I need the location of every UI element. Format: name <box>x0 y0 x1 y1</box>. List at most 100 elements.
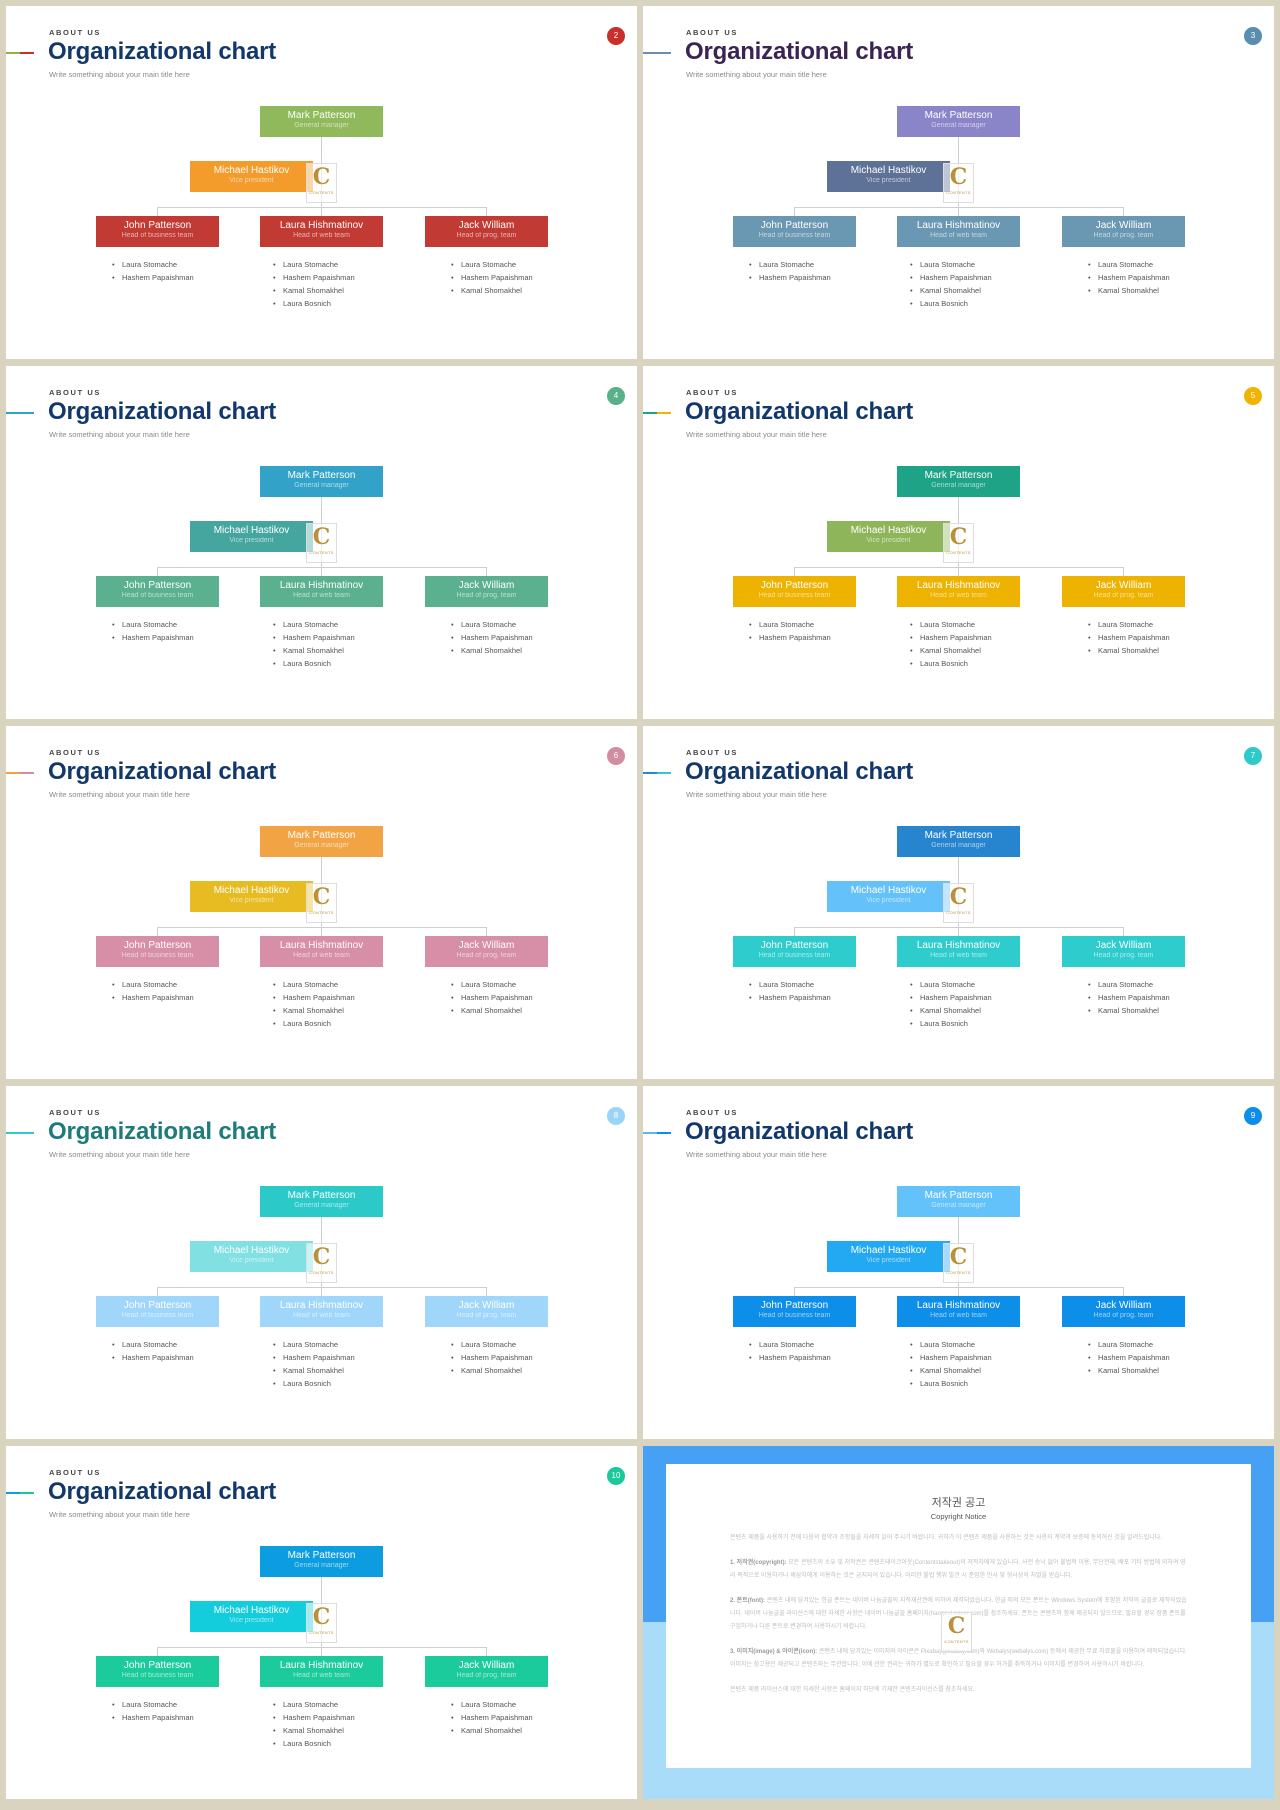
page-number-badge: 2 <box>607 27 625 45</box>
connector-line <box>1123 207 1124 216</box>
org-box-head: Laura Hishmatinov Head of web team <box>897 576 1020 607</box>
team-member-list: Laura StomacheHashem PapaishmanKamal Sho… <box>451 1338 533 1377</box>
team-member: Hashem Papaishman <box>273 631 355 644</box>
org-chart-slide[interactable]: ABOUT US Organizational chart Write some… <box>643 366 1274 719</box>
team-member-list: Laura StomacheHashem Papaishman <box>112 1338 194 1364</box>
person-name: John Patterson <box>760 940 829 951</box>
org-box-general-manager: Mark Patterson General manager <box>260 826 383 857</box>
team-member: Hashem Papaishman <box>1088 991 1170 1004</box>
org-chart-slide[interactable]: ABOUT US Organizational chart Write some… <box>6 726 637 1079</box>
person-name: John Patterson <box>760 580 829 591</box>
page-number-badge: 9 <box>1244 1107 1262 1125</box>
team-member: Kamal Shomakhel <box>910 284 992 297</box>
team-member: Hashem Papaishman <box>910 1351 992 1364</box>
team-member: Hashem Papaishman <box>112 991 194 1004</box>
person-name: Michael Hastikov <box>213 165 290 176</box>
person-name: Laura Hishmatinov <box>279 940 364 951</box>
person-name: Laura Hishmatinov <box>279 1300 364 1311</box>
connector-line <box>1123 1287 1124 1296</box>
c-monogram-logo-icon: C CONTENTS <box>306 883 337 923</box>
team-member-list: Laura StomacheHashem PapaishmanKamal Sho… <box>910 1338 992 1390</box>
connector-line <box>486 1647 487 1656</box>
person-role: Head of web team <box>930 592 987 599</box>
org-box-head: Jack William Head of prog. team <box>1062 576 1185 607</box>
team-member-list: Laura StomacheHashem Papaishman <box>112 618 194 644</box>
person-role: General manager <box>931 842 986 849</box>
copyright-notice-slide[interactable]: 저작권 공고 Copyright Notice 콘텐츠 제품을 사용하기 전에 … <box>643 1446 1274 1799</box>
team-member: Kamal Shomakhel <box>451 1004 533 1017</box>
team-member-list: Laura StomacheHashem PapaishmanKamal Sho… <box>273 618 355 670</box>
team-member-list: Laura StomacheHashem PapaishmanKamal Sho… <box>1088 618 1170 657</box>
team-member-list: Laura StomacheHashem PapaishmanKamal Sho… <box>451 618 533 657</box>
connector-line <box>157 1287 158 1296</box>
person-role: Head of business team <box>121 1312 194 1319</box>
team-member: Laura Bosnich <box>273 297 355 310</box>
team-member-list: Laura StomacheHashem PapaishmanKamal Sho… <box>451 1698 533 1737</box>
person-name: Jack William <box>458 1660 515 1671</box>
team-member: Laura Bosnich <box>273 657 355 670</box>
person-role: Vice president <box>866 177 911 184</box>
org-box-general-manager: Mark Patterson General manager <box>260 106 383 137</box>
org-chart-slide[interactable]: ABOUT US Organizational chart Write some… <box>643 1086 1274 1439</box>
org-chart-slide[interactable]: ABOUT US Organizational chart Write some… <box>6 1446 637 1799</box>
team-member-list: Laura StomacheHashem PapaishmanKamal Sho… <box>1088 258 1170 297</box>
page-number-badge: 10 <box>607 1467 625 1485</box>
org-box-vice-president: Michael Hastikov Vice president <box>190 1601 313 1632</box>
org-box-head: Laura Hishmatinov Head of web team <box>897 216 1020 247</box>
org-chart-slide[interactable]: ABOUT US Organizational chart Write some… <box>643 726 1274 1079</box>
org-chart-slide[interactable]: ABOUT US Organizational chart Write some… <box>6 366 637 719</box>
person-role: Head of prog. team <box>456 592 517 599</box>
person-role: Head of business team <box>121 232 194 239</box>
team-member: Laura Stomache <box>910 1338 992 1351</box>
person-role: Head of web team <box>293 232 350 239</box>
team-member: Laura Stomache <box>112 1698 194 1711</box>
org-box-vice-president: Michael Hastikov Vice president <box>190 161 313 192</box>
org-box-vice-president: Michael Hastikov Vice president <box>827 1241 950 1272</box>
org-box-vice-president: Michael Hastikov Vice president <box>190 521 313 552</box>
org-chart-slide[interactable]: ABOUT US Organizational chart Write some… <box>6 1086 637 1439</box>
connector-line <box>794 207 795 216</box>
team-member: Hashem Papaishman <box>273 1351 355 1364</box>
person-role: General manager <box>294 122 349 129</box>
person-name: Michael Hastikov <box>213 525 290 536</box>
c-monogram-logo-icon: C CONTENTS <box>306 1243 337 1283</box>
person-role: Vice president <box>866 537 911 544</box>
org-box-head: Jack William Head of prog. team <box>1062 216 1185 247</box>
org-chart-slide[interactable]: ABOUT US Organizational chart Write some… <box>6 6 637 359</box>
title-accent-line <box>6 412 34 414</box>
slide-subtitle: Write something about your main title he… <box>49 430 190 439</box>
org-box-general-manager: Mark Patterson General manager <box>260 1186 383 1217</box>
team-member: Laura Stomache <box>749 618 831 631</box>
title-accent-line <box>6 52 34 54</box>
title-accent-line <box>643 772 671 774</box>
person-role: General manager <box>294 842 349 849</box>
slide-subtitle: Write something about your main title he… <box>49 1150 190 1159</box>
slide-subtitle: Write something about your main title he… <box>49 1510 190 1519</box>
person-name: Mark Patterson <box>924 1190 993 1201</box>
copyright-title-korean: 저작권 공고 <box>931 1497 986 1509</box>
section-eyebrow: ABOUT US <box>49 1468 101 1477</box>
org-chart-slide[interactable]: ABOUT US Organizational chart Write some… <box>643 6 1274 359</box>
team-member: Hashem Papaishman <box>112 1351 194 1364</box>
team-member: Laura Bosnich <box>273 1377 355 1390</box>
connector-line <box>794 567 1124 568</box>
team-member: Laura Stomache <box>112 618 194 631</box>
person-name: Michael Hastikov <box>850 1245 927 1256</box>
c-monogram-logo-icon: C CONTENTS <box>306 1603 337 1643</box>
team-member: Kamal Shomakhel <box>273 1364 355 1377</box>
person-name: Mark Patterson <box>287 1190 356 1201</box>
connector-line <box>794 207 1124 208</box>
person-name: Jack William <box>458 580 515 591</box>
person-name: Mark Patterson <box>287 470 356 481</box>
person-name: Mark Patterson <box>287 830 356 841</box>
person-role: General manager <box>294 1202 349 1209</box>
slide-title: Organizational chart <box>48 398 277 425</box>
team-member: Laura Stomache <box>112 1338 194 1351</box>
team-member: Laura Stomache <box>910 978 992 991</box>
person-name: Michael Hastikov <box>850 885 927 896</box>
slide-subtitle: Write something about your main title he… <box>686 1150 827 1159</box>
title-accent-line <box>6 1132 34 1134</box>
page-number-badge: 3 <box>1244 27 1262 45</box>
person-name: John Patterson <box>123 580 192 591</box>
person-role: General manager <box>931 1202 986 1209</box>
